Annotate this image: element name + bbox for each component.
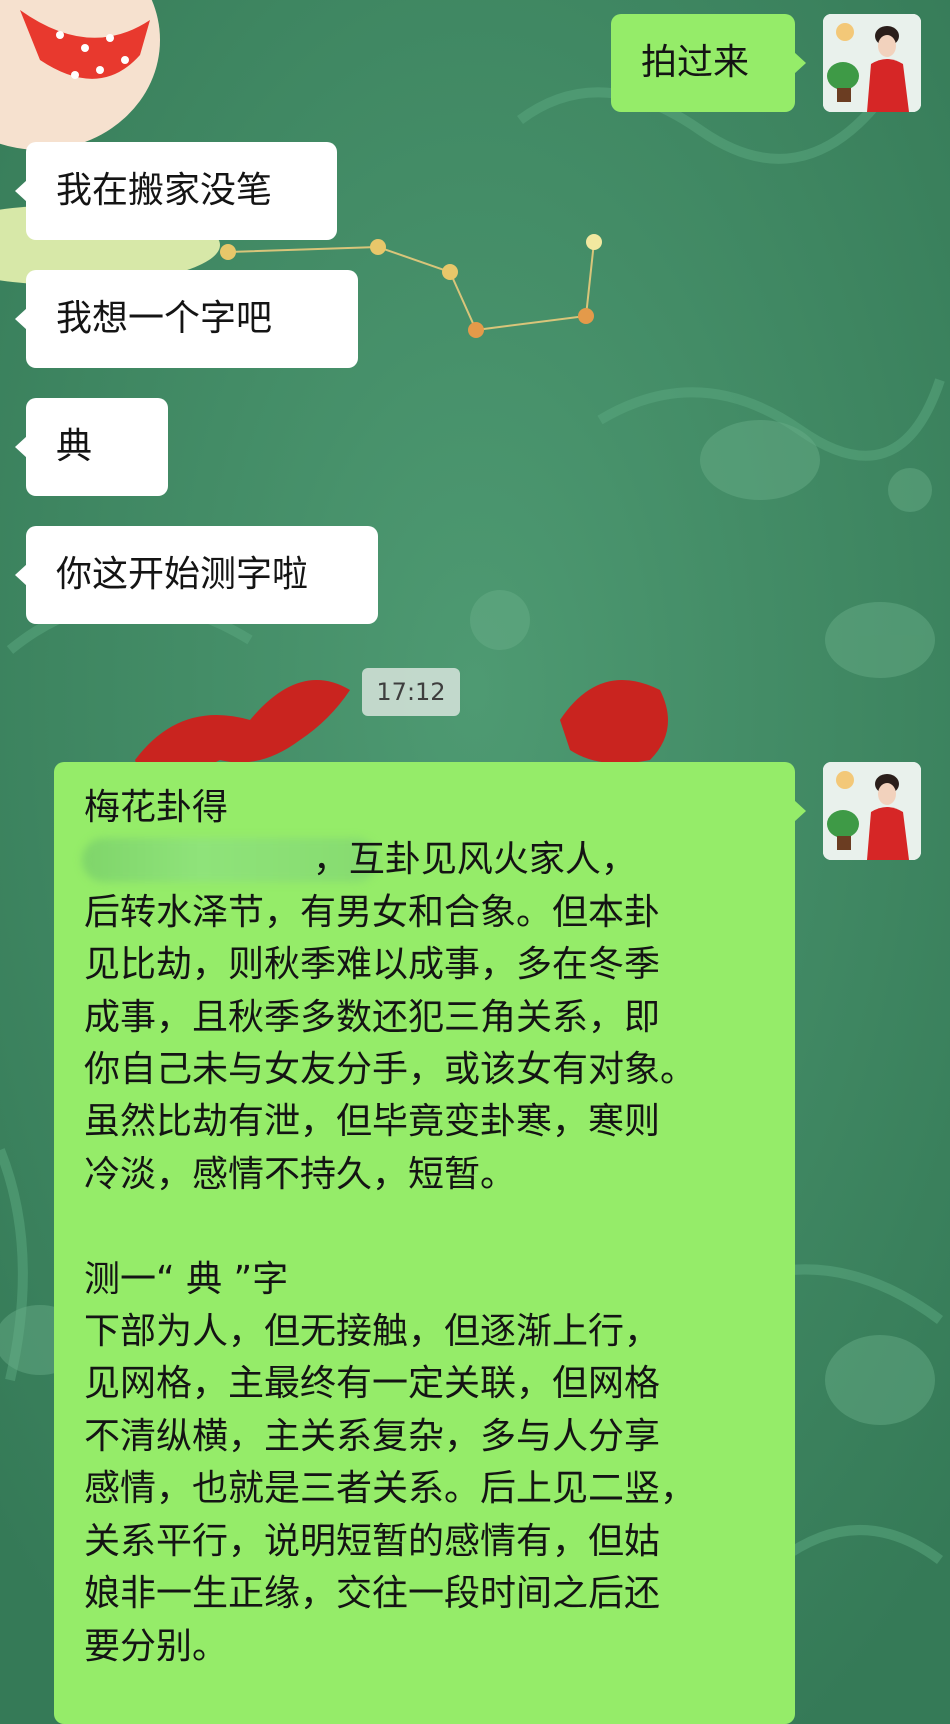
message-bubble-incoming[interactable]: 我在搬家没笔	[15, 142, 337, 240]
bubble-tail	[794, 52, 806, 74]
message-bubble-outgoing[interactable]: 拍过来	[611, 14, 806, 112]
bubble-tail	[15, 308, 27, 330]
message-bubble-incoming[interactable]: 你这开始测字啦	[15, 526, 378, 624]
message-bubble-incoming[interactable]: 我想一个字吧	[15, 270, 358, 368]
timestamp-badge: 17:12	[362, 668, 460, 716]
bubble-tail	[15, 564, 27, 586]
bubble-tail	[15, 180, 27, 202]
avatar-image	[823, 762, 921, 860]
message-text: 你这开始测字啦	[56, 554, 309, 595]
bubble-tail	[794, 800, 806, 822]
message-bubble-incoming[interactable]: 典	[15, 398, 168, 496]
message-text: 我在搬家没笔	[56, 170, 273, 211]
bubble-tail	[15, 436, 27, 458]
message-text: 典	[56, 426, 93, 467]
self-avatar[interactable]	[823, 762, 921, 860]
self-avatar[interactable]	[823, 14, 921, 112]
long-message-text: 梅花卦得 ，互卦见风火家人， 后转水泽节，有男女和合象。但本卦 见比劫，则秋季难…	[84, 787, 697, 1667]
message-text: 拍过来	[641, 42, 750, 83]
avatar-image	[823, 14, 921, 112]
message-text: 我想一个字吧	[56, 298, 273, 339]
